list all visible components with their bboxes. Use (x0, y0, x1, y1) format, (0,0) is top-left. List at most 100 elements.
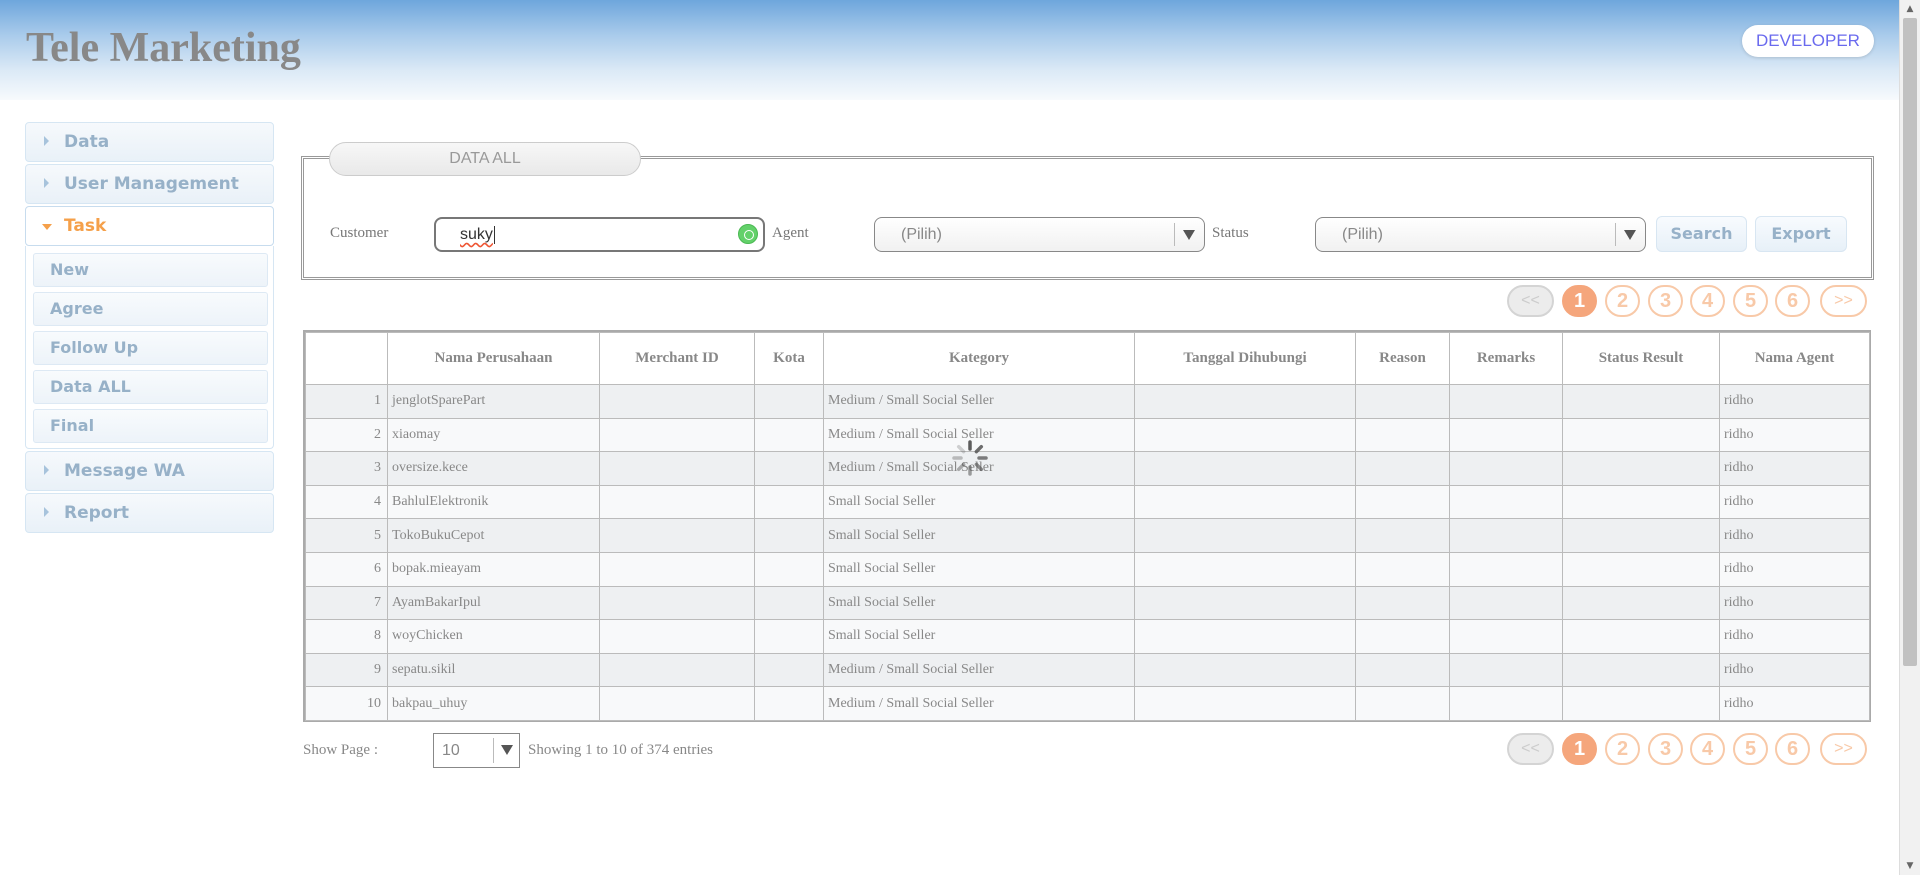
page-button-4[interactable]: 4 (1690, 733, 1725, 765)
pagination-top: << 1 2 3 4 5 6 >> (1507, 285, 1867, 317)
page-button-3[interactable]: 3 (1648, 733, 1683, 765)
chevron-right-icon (44, 507, 49, 517)
cell-merchant-id (599, 384, 755, 419)
page-prev-button[interactable]: << (1507, 285, 1554, 317)
vertical-scrollbar[interactable]: ▲ ▼ (1899, 0, 1920, 875)
col-header-tanggal-dihubungi[interactable]: Tanggal Dihubungi (1134, 332, 1356, 385)
agent-select-value: (Pilih) (901, 226, 942, 243)
submenu-item-new[interactable]: New (33, 253, 268, 287)
page-button-4[interactable]: 4 (1690, 285, 1725, 317)
cell-kategory: Medium / Small Social Seller (823, 384, 1135, 419)
page-button-2[interactable]: 2 (1605, 285, 1640, 317)
cell-merchant-id (599, 686, 755, 721)
page-button-2[interactable]: 2 (1605, 733, 1640, 765)
agent-select[interactable]: (Pilih) (874, 217, 1205, 252)
table-row[interactable]: 3 oversize.kece Medium / Small Social Sell… (305, 451, 1870, 486)
chevron-right-icon (44, 465, 49, 475)
submenu-item-follow-up[interactable]: Follow Up (33, 331, 268, 365)
scroll-thumb[interactable] (1903, 18, 1917, 666)
table-row[interactable]: 10 bakpau_uhuy Medium / Small Social Selle… (305, 686, 1870, 721)
agent-label: Agent (772, 225, 809, 241)
scroll-up-icon[interactable]: ▲ (1900, 0, 1920, 18)
sidebar-item-message-wa[interactable]: Message WA (25, 451, 274, 491)
customer-input[interactable]: suky (434, 217, 765, 252)
cell-remarks (1449, 384, 1563, 419)
table-row[interactable]: 9 sepatu.sikil Medium / Small Social Selle… (305, 652, 1870, 688)
page-button-6[interactable]: 6 (1775, 285, 1810, 317)
table-row[interactable]: 2 xiaomay Medium / Small Social Seller ridh… (305, 417, 1870, 453)
cell-tanggal-dihubungi (1134, 384, 1356, 419)
cell-status-result (1562, 417, 1720, 453)
table-row[interactable]: 4 BahlulElektronik Small Social Seller ridh… (305, 484, 1870, 520)
export-button[interactable]: Export (1755, 216, 1847, 252)
cell-reason (1355, 518, 1450, 553)
col-header-nama-perusahaan[interactable]: Nama Perusahaan (387, 332, 600, 385)
col-header-status-result[interactable]: Status Result (1562, 332, 1720, 385)
page-next-button[interactable]: >> (1820, 733, 1867, 765)
page-next-button[interactable]: >> (1820, 285, 1867, 317)
sidebar-item-label: User Management (64, 174, 239, 194)
cell-kategory: Small Social Seller (823, 518, 1135, 553)
table-row[interactable]: 5 TokoBukuCepot Small Social Seller ridho (305, 518, 1870, 553)
task-submenu: New Agree Follow Up Data ALL Final (25, 246, 274, 449)
chevron-right-icon (44, 136, 49, 146)
cell-nama-perusahaan: BahlulElektronik (387, 484, 600, 520)
cell-status-result (1562, 551, 1720, 587)
cell-remarks (1449, 686, 1563, 721)
col-header-nama-agent[interactable]: Nama Agent (1719, 332, 1870, 385)
col-header-kota[interactable]: Kota (754, 332, 824, 385)
cell-nama-agent: ridho (1719, 417, 1870, 453)
sidebar-item-label: Message WA (64, 461, 185, 481)
col-header-remarks[interactable]: Remarks (1449, 332, 1563, 385)
page-button-1[interactable]: 1 (1562, 285, 1597, 317)
text-caret (493, 225, 495, 244)
clear-circle-icon[interactable] (738, 224, 758, 244)
role-badge[interactable]: DEVELOPER (1742, 25, 1874, 57)
page-button-5[interactable]: 5 (1733, 733, 1768, 765)
table-row[interactable]: 7 AyamBakarIpul Small Social Seller ridho (305, 585, 1870, 621)
col-header-reason[interactable]: Reason (1355, 332, 1450, 385)
page-size-value: 10 (442, 742, 460, 759)
table-row[interactable]: 8 woyChicken Small Social Seller ridho (305, 619, 1870, 654)
status-select[interactable]: (Pilih) (1315, 217, 1646, 252)
col-header-merchant-id[interactable]: Merchant ID (599, 332, 755, 385)
cell-nama-perusahaan: bakpau_uhuy (387, 686, 600, 721)
table-row[interactable]: 6 bopak.mieayam Small Social Seller ridho (305, 551, 1870, 587)
cell-tanggal-dihubungi (1134, 619, 1356, 654)
page-size-select[interactable]: 10 (433, 733, 520, 768)
cell-tanggal-dihubungi (1134, 451, 1356, 486)
cell-row-number: 4 (305, 484, 388, 520)
cell-reason (1355, 551, 1450, 587)
sidebar-item-user-management[interactable]: User Management (25, 164, 274, 204)
submenu-item-final[interactable]: Final (33, 409, 268, 443)
scroll-down-icon[interactable]: ▼ (1900, 857, 1920, 875)
cell-reason (1355, 585, 1450, 621)
page-button-1[interactable]: 1 (1562, 733, 1597, 765)
submenu-item-data-all[interactable]: Data ALL (33, 370, 268, 404)
cell-nama-perusahaan: TokoBukuCepot (387, 518, 600, 553)
page-button-3[interactable]: 3 (1648, 285, 1683, 317)
sidebar-item-report[interactable]: Report (25, 493, 274, 533)
cell-reason (1355, 619, 1450, 654)
table-row[interactable]: 1 jenglotSparePart Medium / Small Social S… (305, 384, 1870, 419)
page-button-6[interactable]: 6 (1775, 733, 1810, 765)
submenu-item-agree[interactable]: Agree (33, 292, 268, 326)
page-prev-button[interactable]: << (1507, 733, 1554, 765)
cell-row-number: 3 (305, 451, 388, 486)
cell-nama-agent: ridho (1719, 551, 1870, 587)
sidebar-item-task[interactable]: Task (25, 206, 274, 246)
cell-kategory: Small Social Seller (823, 484, 1135, 520)
sidebar-item-data[interactable]: Data (25, 122, 274, 162)
search-button[interactable]: Search (1656, 216, 1747, 252)
page-button-5[interactable]: 5 (1733, 285, 1768, 317)
col-header-kategory[interactable]: Kategory (823, 332, 1135, 385)
cell-kota (754, 585, 824, 621)
cell-tanggal-dihubungi (1134, 585, 1356, 621)
col-header-no[interactable] (305, 332, 388, 385)
table-body: 1 jenglotSparePart Medium / Small Social S… (305, 384, 1870, 721)
triangle-down-icon (1183, 230, 1195, 240)
cell-row-number: 2 (305, 417, 388, 453)
cell-tanggal-dihubungi (1134, 652, 1356, 688)
cell-kategory: Medium / Small Social Seller (823, 686, 1135, 721)
cell-status-result (1562, 518, 1720, 553)
